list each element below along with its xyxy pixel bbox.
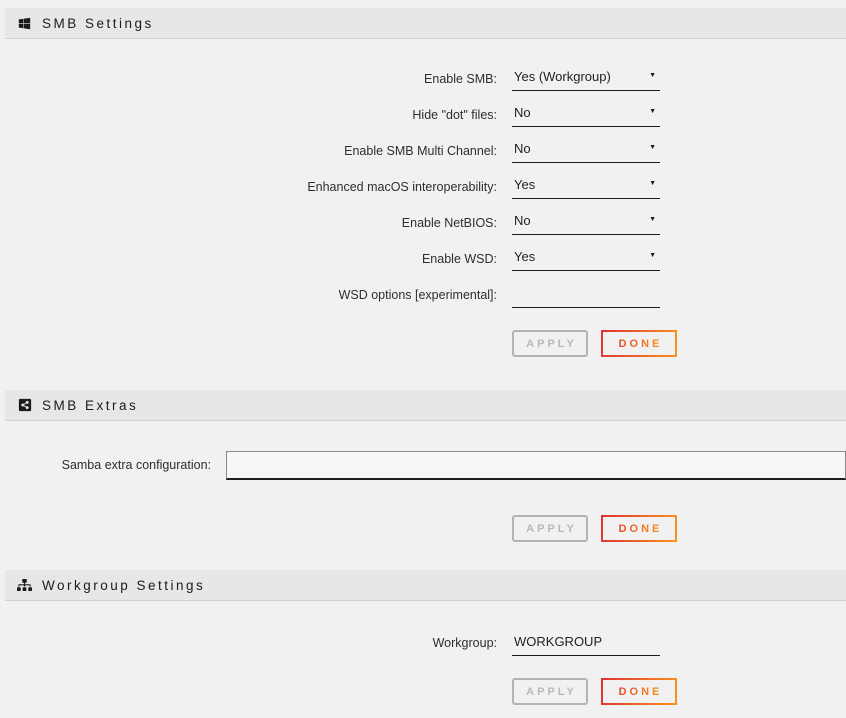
done-button-label: DONE bbox=[616, 338, 663, 350]
smb-settings-actions: APPLY DONE bbox=[512, 330, 846, 357]
smb-extras-header: SMB Extras bbox=[5, 390, 846, 421]
apply-button[interactable]: APPLY bbox=[512, 678, 588, 705]
done-button-label: DONE bbox=[616, 523, 663, 535]
section-title: SMB Settings bbox=[42, 16, 154, 31]
enable-wsd-select[interactable]: Yes bbox=[512, 249, 660, 271]
enable-netbios-select[interactable]: No bbox=[512, 213, 660, 235]
done-button[interactable]: DONE bbox=[601, 515, 677, 542]
sitemap-icon bbox=[17, 578, 32, 593]
enable-smb-select[interactable]: Yes (Workgroup) bbox=[512, 69, 660, 91]
row-wsd-options: WSD options [experimental]: bbox=[0, 285, 846, 308]
row-enable-wsd: Enable WSD: Yes ▼ bbox=[0, 249, 846, 271]
smb-settings-header: SMB Settings bbox=[5, 8, 846, 39]
apply-button[interactable]: APPLY bbox=[512, 515, 588, 542]
top-spacer bbox=[0, 0, 846, 8]
section-workgroup-settings: Workgroup Settings Workgroup: APPLY DONE bbox=[0, 570, 846, 705]
workgroup-input[interactable] bbox=[512, 634, 660, 656]
section-smb-extras: SMB Extras Samba extra configuration: AP… bbox=[0, 390, 846, 570]
row-enable-netbios: Enable NetBIOS: No ▼ bbox=[0, 213, 846, 235]
hide-dot-files-select[interactable]: No bbox=[512, 105, 660, 127]
smb-extras-actions: APPLY DONE bbox=[512, 515, 846, 542]
workgroup-settings-header: Workgroup Settings bbox=[5, 570, 846, 601]
field-label: Enhanced macOS interoperability: bbox=[0, 177, 497, 195]
row-workgroup: Workgroup: bbox=[0, 633, 846, 656]
field-label: Enable WSD: bbox=[0, 249, 497, 267]
row-macos-interoperability: Enhanced macOS interoperability: Yes ▼ bbox=[0, 177, 846, 199]
apply-button[interactable]: APPLY bbox=[512, 330, 588, 357]
row-hide-dot-files: Hide "dot" files: No ▼ bbox=[0, 105, 846, 127]
windows-icon bbox=[17, 16, 32, 31]
section-title: SMB Extras bbox=[42, 398, 138, 413]
section-title: Workgroup Settings bbox=[42, 578, 205, 593]
done-button-label: DONE bbox=[616, 686, 663, 698]
field-label: Samba extra configuration: bbox=[0, 451, 211, 473]
row-smb-multi-channel: Enable SMB Multi Channel: No ▼ bbox=[0, 141, 846, 163]
field-label: Enable NetBIOS: bbox=[0, 213, 497, 231]
field-label: WSD options [experimental]: bbox=[0, 285, 497, 303]
field-label: Enable SMB: bbox=[0, 69, 497, 87]
samba-extra-configuration-textarea[interactable] bbox=[226, 451, 846, 480]
wsd-options-input[interactable] bbox=[512, 286, 660, 308]
row-enable-smb: Enable SMB: Yes (Workgroup) ▼ bbox=[0, 69, 846, 91]
field-label: Enable SMB Multi Channel: bbox=[0, 141, 497, 159]
field-label: Workgroup: bbox=[0, 633, 497, 651]
workgroup-settings-actions: APPLY DONE bbox=[512, 678, 846, 705]
done-button[interactable]: DONE bbox=[601, 330, 677, 357]
smb-multi-channel-select[interactable]: No bbox=[512, 141, 660, 163]
section-smb-settings: SMB Settings Enable SMB: Yes (Workgroup)… bbox=[0, 8, 846, 390]
done-button[interactable]: DONE bbox=[601, 678, 677, 705]
share-icon bbox=[17, 398, 32, 413]
field-label: Hide "dot" files: bbox=[0, 105, 497, 123]
macos-interoperability-select[interactable]: Yes bbox=[512, 177, 660, 199]
row-samba-extra-configuration: Samba extra configuration: bbox=[0, 451, 846, 485]
